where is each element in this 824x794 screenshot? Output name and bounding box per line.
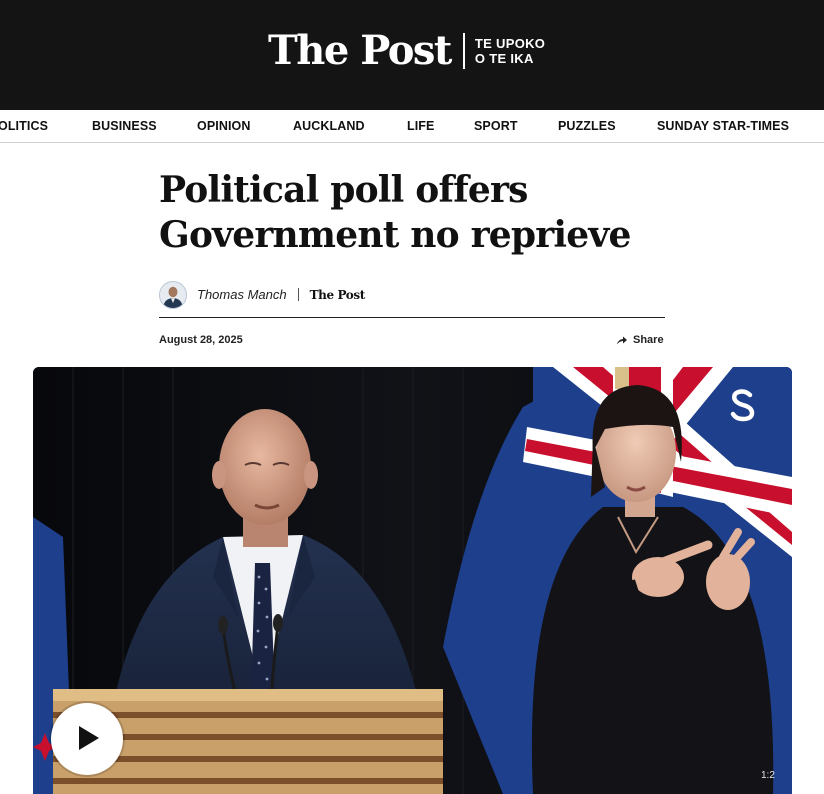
- article-headline: Political poll offers Government no repr…: [159, 169, 631, 256]
- site-logo: The Post: [268, 27, 452, 74]
- share-button[interactable]: Share: [616, 334, 664, 346]
- masthead: The Post TE UPOKO O TE IKA: [0, 0, 824, 110]
- video-player[interactable]: 1:2: [33, 367, 792, 794]
- play-button[interactable]: [51, 703, 123, 775]
- byline-divider: [297, 288, 299, 301]
- nav-item-auckland[interactable]: AUCKLAND: [293, 119, 365, 133]
- nav-item-sport[interactable]: SPORT: [474, 119, 518, 133]
- share-label: Share: [633, 334, 664, 346]
- byline: Thomas Manch The Post: [159, 280, 665, 309]
- video-duration: 1:2: [761, 770, 775, 781]
- tagline-line-2: O TE IKA: [474, 51, 534, 66]
- publication-name: The Post: [309, 287, 366, 302]
- nav-item-life[interactable]: LIFE: [407, 119, 434, 133]
- author-name-link[interactable]: Thomas Manch: [197, 287, 287, 302]
- nav-item-opinion[interactable]: OPINION: [197, 119, 250, 133]
- play-icon: [79, 726, 99, 750]
- nav-item-puzzles[interactable]: PUZZLES: [558, 119, 616, 133]
- share-arrow-icon: [617, 336, 627, 345]
- site-tagline: TE UPOKO O TE IKA: [475, 36, 545, 66]
- publish-date: August 28, 2025: [159, 334, 243, 346]
- stuff-s-logo-icon: [730, 389, 755, 422]
- logo-divider: [462, 33, 465, 69]
- nav-item-sunday-star-times[interactable]: SUNDAY STAR-TIMES: [657, 119, 789, 133]
- nav-item-politics[interactable]: OLITICS: [0, 119, 48, 133]
- site-logo-link[interactable]: The Post TE UPOKO O TE IKA: [268, 26, 545, 76]
- author-avatar[interactable]: [159, 280, 187, 309]
- nav-item-business[interactable]: BUSINESS: [92, 119, 157, 133]
- video-still-image: [33, 367, 792, 794]
- byline-rule: [159, 317, 665, 318]
- section-nav: OLITICS BUSINESS OPINION AUCKLAND LIFE S…: [0, 110, 824, 143]
- tagline-line-1: TE UPOKO: [474, 36, 546, 51]
